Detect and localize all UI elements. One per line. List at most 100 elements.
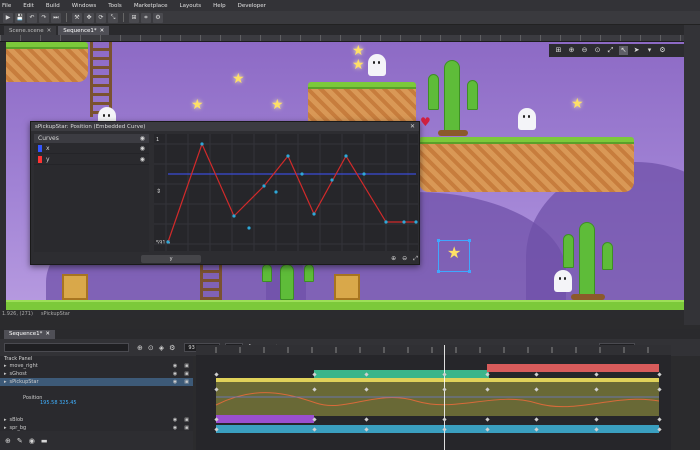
doc-tab[interactable]: Sequence1* ✕ xyxy=(58,26,110,35)
zoom-fit-icon[interactable]: ⊙ xyxy=(593,46,602,55)
menu-build[interactable]: Build xyxy=(46,3,60,9)
menu-help[interactable]: Help xyxy=(213,3,226,9)
curve-keyframe xyxy=(402,220,406,224)
menu-file[interactable]: File xyxy=(2,3,11,9)
track-row[interactable]: ▸ sBlob ◉ ▣ xyxy=(0,416,193,424)
select-tool-icon[interactable]: ↖ xyxy=(619,46,628,55)
curve-keyframe xyxy=(274,190,278,194)
curve-editor-window[interactable]: sPickupStar: Position (Embedded Curve) ✕… xyxy=(30,121,420,265)
right-dock-strip[interactable] xyxy=(684,25,700,325)
move-icon[interactable]: ✥ xyxy=(84,12,94,23)
position-curve xyxy=(215,392,660,408)
expand-icon[interactable]: ⤢ xyxy=(606,46,615,55)
menu-edit[interactable]: Edit xyxy=(23,3,34,9)
eye-icon[interactable]: ◉ xyxy=(140,156,145,163)
build-icon[interactable]: ⚒ xyxy=(72,12,82,23)
chevron-right-icon[interactable]: ▸ xyxy=(4,371,7,377)
playhead[interactable] xyxy=(444,345,445,450)
curve-keyframe xyxy=(414,220,418,224)
eye-icon[interactable]: ◉ xyxy=(173,363,177,369)
add-icon[interactable]: ⊕ xyxy=(5,437,11,445)
close-icon[interactable]: ✕ xyxy=(45,331,50,337)
track-row[interactable]: ▸ sGhost ◉ ▣ xyxy=(0,370,193,378)
menu-tools[interactable]: Tools xyxy=(108,3,122,9)
edit-icon[interactable]: ✎ xyxy=(17,437,23,445)
curve-keyframe xyxy=(286,154,290,158)
close-icon[interactable]: ✕ xyxy=(47,28,52,34)
close-icon[interactable]: ✕ xyxy=(410,123,415,130)
curve-editor-footer: y ⊕ ⊖ ⤢ xyxy=(34,253,418,264)
track-row[interactable]: ▸ move_right ◉ ▣ xyxy=(0,362,193,370)
step-icon[interactable]: ⏭ xyxy=(51,12,61,23)
settings-icon[interactable]: ⚙ xyxy=(658,46,667,55)
curve-keyframe xyxy=(300,172,304,176)
zoom-in-icon[interactable]: ⊕ xyxy=(567,46,576,55)
curve-editor-title: sPickupStar: Position (Embedded Curve) xyxy=(35,123,146,130)
rotate-icon[interactable]: ⟳ xyxy=(96,12,106,23)
record-icon[interactable]: ⊙ xyxy=(148,344,154,352)
eye-icon[interactable]: ◉ xyxy=(173,379,177,385)
save-icon[interactable]: 💾 xyxy=(15,12,25,23)
selected-star: ★ xyxy=(447,243,462,262)
ladder xyxy=(200,264,222,302)
chevron-right-icon[interactable]: ▸ xyxy=(4,379,7,385)
track-search-input[interactable] xyxy=(4,343,129,352)
chevron-right-icon[interactable]: ▸ xyxy=(4,417,7,423)
eye-icon[interactable]: ◉ xyxy=(173,371,177,377)
selection-gizmo[interactable]: ★ xyxy=(437,239,471,273)
close-icon[interactable]: ✕ xyxy=(100,28,105,34)
star-pickup: ★ xyxy=(232,71,245,87)
zoom-out-icon[interactable]: ⊖ xyxy=(580,46,589,55)
menu-marketplace[interactable]: Marketplace xyxy=(134,3,168,9)
zoom-out-icon[interactable]: ⊖ xyxy=(402,255,407,262)
menu-developer[interactable]: Developer xyxy=(238,3,266,9)
curve-row-x[interactable]: x ◉ xyxy=(34,143,149,154)
eye-icon[interactable]: ◉ xyxy=(173,417,177,423)
track-row[interactable]: Position xyxy=(0,394,193,402)
menu-windows[interactable]: Windows xyxy=(72,3,97,9)
snap-icon[interactable]: ⌗ xyxy=(141,12,151,23)
zoom-fit-icon[interactable]: ⤢ xyxy=(413,255,418,263)
curve-keyframe xyxy=(362,172,366,176)
grid-icon[interactable]: ⊞ xyxy=(554,46,563,55)
track-row[interactable]: ▸ sPickupStar ◉ ▣ xyxy=(0,378,193,386)
curve-row-y[interactable]: y ◉ xyxy=(34,154,149,165)
chevron-right-icon[interactable]: ▸ xyxy=(4,363,7,369)
undo-icon[interactable]: ↶ xyxy=(27,12,37,23)
curve-graph[interactable]: 1 ⇕ 591.5 xyxy=(154,134,418,251)
lock-icon[interactable]: ▣ xyxy=(184,379,189,385)
redo-icon[interactable]: ↷ xyxy=(39,12,49,23)
chevron-down-icon[interactable]: ▾ xyxy=(645,46,654,55)
eye-icon[interactable]: ◉ xyxy=(140,135,145,142)
curve-keyframe xyxy=(247,226,251,230)
tab-sequence1[interactable]: Sequence1* ✕ xyxy=(4,329,55,339)
ghost-enemy xyxy=(368,54,386,76)
keyframe-icon[interactable]: ◈ xyxy=(159,344,164,352)
folder-icon[interactable]: ▬ xyxy=(41,437,48,445)
menu-layouts[interactable]: Layouts xyxy=(180,3,202,9)
add-track-icon[interactable]: ⊕ xyxy=(137,344,143,352)
grid-icon[interactable]: ⊞ xyxy=(129,12,139,23)
main-toolbar: ▶ 💾 ↶ ↷ ⏭ ⚒ ✥ ⟳ ⤡ ⊞ ⌗ ⚙ xyxy=(0,11,700,25)
doc-tab[interactable]: Scene.scene ✕ xyxy=(4,26,57,35)
curve-select-dropdown[interactable]: y xyxy=(141,254,202,263)
curve-editor-titlebar[interactable]: sPickupStar: Position (Embedded Curve) ✕ xyxy=(31,122,419,131)
lock-icon[interactable]: ▣ xyxy=(184,371,189,377)
cactus xyxy=(551,222,621,302)
timeline-area[interactable] xyxy=(196,345,671,450)
eye-icon[interactable]: ◉ xyxy=(29,437,35,445)
settings-icon[interactable]: ⚙ xyxy=(153,12,163,23)
settings-icon[interactable]: ⚙ xyxy=(169,344,175,352)
zoom-in-icon[interactable]: ⊕ xyxy=(391,255,396,262)
selected-object: sPickupStar xyxy=(40,311,70,317)
lock-icon[interactable]: ▣ xyxy=(184,417,189,423)
curve-keyframe xyxy=(200,142,204,146)
scale-icon[interactable]: ⤡ xyxy=(108,12,118,23)
right-platform xyxy=(419,137,634,192)
pointer-icon[interactable]: ➤ xyxy=(632,46,641,55)
lock-icon[interactable]: ▣ xyxy=(184,363,189,369)
position-values: 195.58 325.45 xyxy=(40,400,77,406)
ghost-enemy xyxy=(518,108,536,130)
eye-icon[interactable]: ◉ xyxy=(140,145,145,152)
play-icon[interactable]: ▶ xyxy=(3,12,13,23)
